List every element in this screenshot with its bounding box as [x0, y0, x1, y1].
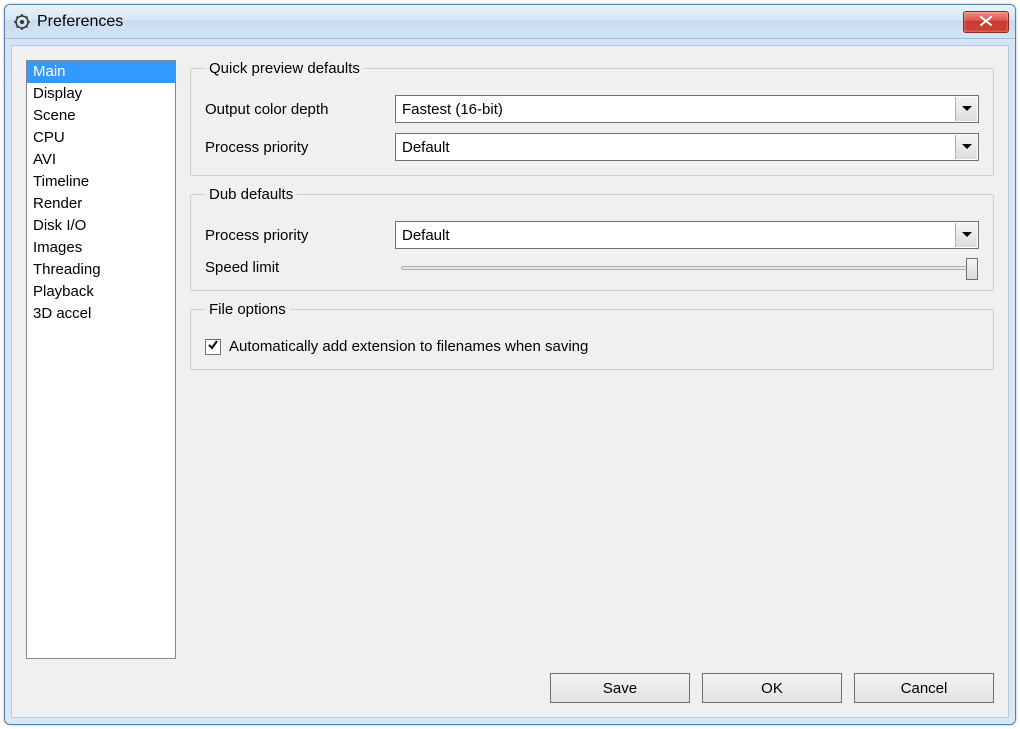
- color-depth-select[interactable]: Fastest (16-bit): [395, 95, 979, 123]
- sidebar-item-render[interactable]: Render: [27, 193, 175, 215]
- check-icon: [207, 338, 219, 355]
- auto-extension-checkbox[interactable]: [205, 339, 221, 355]
- qp-priority-value: Default: [402, 139, 972, 156]
- slider-track: [401, 266, 971, 270]
- client-area: MainDisplaySceneCPUAVITimelineRenderDisk…: [11, 45, 1009, 718]
- cancel-button[interactable]: Cancel: [854, 673, 994, 703]
- dub-priority-label: Process priority: [205, 227, 395, 244]
- dub-defaults-group: Dub defaults Process priority Default Sp…: [190, 186, 994, 291]
- sidebar-item-avi[interactable]: AVI: [27, 149, 175, 171]
- window-title: Preferences: [37, 13, 963, 31]
- ok-button[interactable]: OK: [702, 673, 842, 703]
- sidebar-item-disk-i-o[interactable]: Disk I/O: [27, 215, 175, 237]
- file-options-legend: File options: [205, 301, 290, 318]
- close-icon: [979, 13, 993, 30]
- sidebar-item-display[interactable]: Display: [27, 83, 175, 105]
- speed-limit-slider[interactable]: [395, 266, 979, 270]
- sidebar-item-3d-accel[interactable]: 3D accel: [27, 303, 175, 325]
- speed-limit-label: Speed limit: [205, 259, 395, 276]
- titlebar[interactable]: Preferences: [5, 5, 1015, 39]
- quick-preview-group: Quick preview defaults Output color dept…: [190, 60, 994, 176]
- category-list[interactable]: MainDisplaySceneCPUAVITimelineRenderDisk…: [26, 60, 176, 659]
- color-depth-label: Output color depth: [205, 101, 395, 118]
- slider-thumb[interactable]: [966, 258, 978, 280]
- qp-priority-select[interactable]: Default: [395, 133, 979, 161]
- sidebar-item-main[interactable]: Main: [27, 61, 175, 83]
- chevron-down-icon: [955, 97, 977, 121]
- sidebar-item-cpu[interactable]: CPU: [27, 127, 175, 149]
- chevron-down-icon: [955, 223, 977, 247]
- qp-priority-label: Process priority: [205, 139, 395, 156]
- sidebar-item-timeline[interactable]: Timeline: [27, 171, 175, 193]
- dialog-buttons: Save OK Cancel: [26, 673, 994, 703]
- dub-legend: Dub defaults: [205, 186, 297, 203]
- app-icon: [13, 13, 31, 31]
- quick-preview-legend: Quick preview defaults: [205, 60, 364, 77]
- color-depth-value: Fastest (16-bit): [402, 101, 972, 118]
- file-options-group: File options Automatically add extension…: [190, 301, 994, 370]
- preferences-window: Preferences MainDisplaySceneCPUAVITimeli…: [4, 4, 1016, 725]
- sidebar-item-threading[interactable]: Threading: [27, 259, 175, 281]
- save-button[interactable]: Save: [550, 673, 690, 703]
- sidebar-item-playback[interactable]: Playback: [27, 281, 175, 303]
- close-button[interactable]: [963, 11, 1009, 33]
- sidebar-item-images[interactable]: Images: [27, 237, 175, 259]
- sidebar-item-scene[interactable]: Scene: [27, 105, 175, 127]
- auto-extension-label: Automatically add extension to filenames…: [229, 338, 588, 355]
- chevron-down-icon: [955, 135, 977, 159]
- main-panel: Quick preview defaults Output color dept…: [190, 60, 994, 659]
- dub-priority-value: Default: [402, 227, 972, 244]
- dub-priority-select[interactable]: Default: [395, 221, 979, 249]
